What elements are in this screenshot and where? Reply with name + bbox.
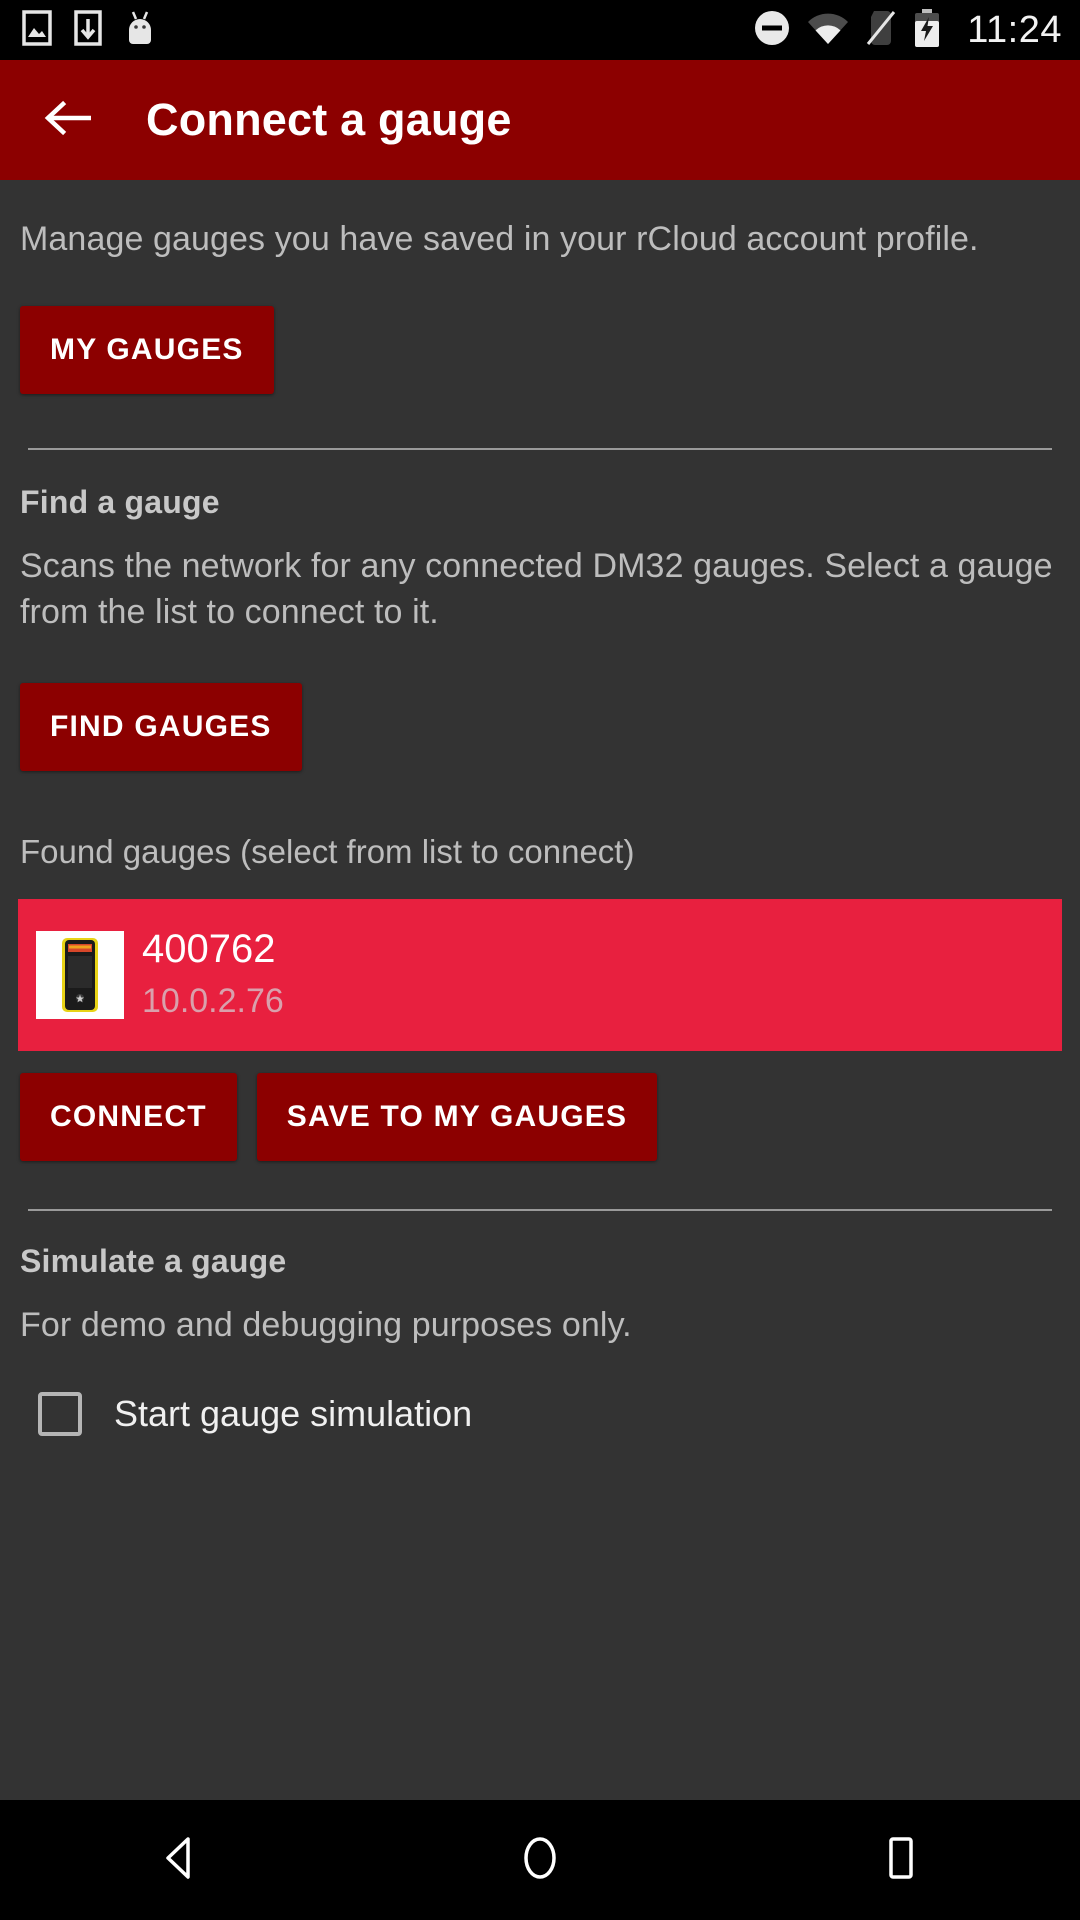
simulate-section-description: For demo and debugging purposes only. [20, 1306, 632, 1344]
app-bar: Connect a gauge [0, 60, 1080, 180]
page-title: Connect a gauge [146, 94, 512, 145]
status-bar-clock: 11:24 [967, 9, 1062, 51]
simulate-a-gauge-section: Simulate a gauge For demo and debugging … [20, 1243, 1060, 1348]
phone-screen: 11:24 Connect a gauge Manage gauges you … [0, 0, 1080, 1920]
back-arrow-icon [43, 98, 95, 143]
find-gauges-button[interactable]: FIND GAUGES [20, 683, 302, 771]
nav-recents-button[interactable] [820, 1800, 980, 1920]
main-content: Manage gauges you have saved in your rCl… [0, 180, 1080, 1800]
nav-back-button[interactable] [100, 1800, 260, 1920]
find-section-description: Scans the network for any connected DM32… [20, 547, 1053, 631]
find-a-gauge-section: Find a gauge Scans the network for any c… [20, 484, 1060, 635]
connect-button[interactable]: CONNECT [20, 1073, 237, 1161]
found-gauges-label: Found gauges (select from list to connec… [20, 833, 635, 870]
navigation-bar [0, 1800, 1080, 1920]
gauge-item-ip: 10.0.2.76 [142, 982, 284, 1020]
status-bar: 11:24 [0, 0, 1080, 60]
back-button[interactable] [34, 85, 104, 155]
intro-text: Manage gauges you have saved in your rCl… [20, 220, 979, 258]
do-not-disturb-icon [753, 9, 791, 52]
download-icon [74, 9, 102, 51]
start-gauge-simulation-label: Start gauge simulation [114, 1393, 473, 1434]
found-gauges-section: Found gauges (select from list to connec… [18, 833, 1062, 1051]
gauge-list-item[interactable]: 400762 10.0.2.76 [18, 899, 1062, 1051]
nav-recents-icon [879, 1833, 921, 1888]
start-gauge-simulation-row[interactable]: Start gauge simulation [20, 1392, 1060, 1436]
no-sim-icon [865, 9, 897, 52]
intro-block: Manage gauges you have saved in your rCl… [20, 180, 1060, 262]
save-to-my-gauges-button[interactable]: SAVE TO MY GAUGES [256, 1073, 658, 1161]
gauge-item-name: 400762 [142, 927, 276, 971]
nav-home-button[interactable] [460, 1800, 620, 1920]
divider-find [28, 448, 1052, 450]
status-bar-left-icons [22, 9, 156, 51]
image-icon [22, 9, 52, 51]
nav-back-icon [158, 1834, 202, 1887]
find-gauges-button-wrap: FIND GAUGES [20, 683, 1060, 771]
battery-charging-icon [913, 8, 941, 53]
gauge-item-meta: 400762 10.0.2.76 [142, 925, 284, 1025]
gauge-actions-row: CONNECT SAVE TO MY GAUGES [20, 1073, 1060, 1161]
android-icon [124, 10, 156, 51]
nav-home-icon [517, 1832, 563, 1889]
wifi-icon [807, 11, 849, 50]
gauge-device-thumbnail [36, 931, 124, 1019]
divider-simulate [28, 1209, 1052, 1211]
start-gauge-simulation-checkbox[interactable] [38, 1392, 82, 1436]
status-bar-right-icons: 11:24 [753, 8, 1062, 53]
my-gauges-button-wrap: MY GAUGES [20, 306, 1060, 394]
simulate-section-heading: Simulate a gauge [20, 1243, 287, 1279]
find-section-heading: Find a gauge [20, 484, 220, 520]
my-gauges-button[interactable]: MY GAUGES [20, 306, 274, 394]
